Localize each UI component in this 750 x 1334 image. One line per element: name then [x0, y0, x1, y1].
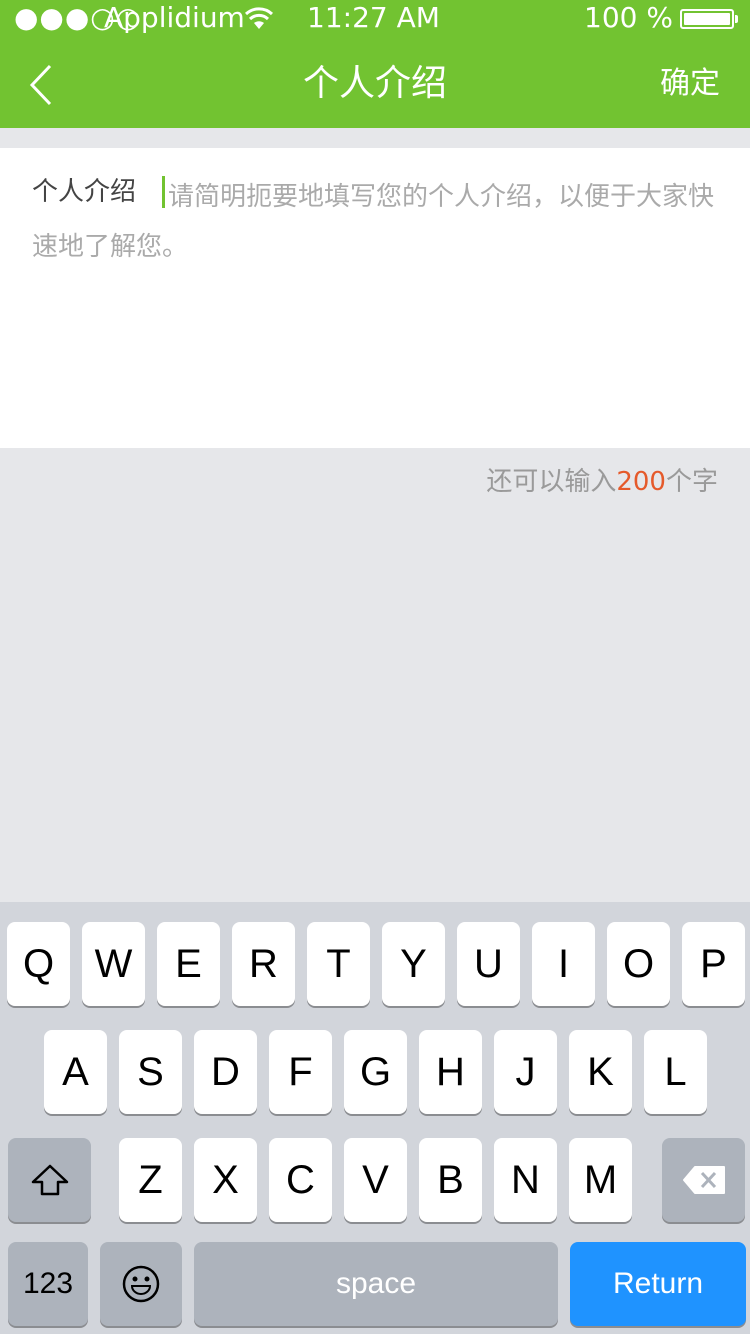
key-a[interactable]: A [44, 1030, 107, 1114]
key-v[interactable]: V [344, 1138, 407, 1222]
key-e[interactable]: E [157, 922, 220, 1006]
shift-key[interactable] [8, 1138, 91, 1222]
key-g[interactable]: G [344, 1030, 407, 1114]
key-d[interactable]: D [194, 1030, 257, 1114]
counter-count: 200 [616, 467, 666, 497]
key-m[interactable]: M [569, 1138, 632, 1222]
key-w[interactable]: W [82, 922, 145, 1006]
top-bar: ●●●○○ Applidium 11:27 AM 100 % 个人介绍 确定 [0, 0, 750, 128]
return-key[interactable]: Return [570, 1242, 746, 1326]
numbers-key[interactable]: 123 [8, 1242, 88, 1326]
text-cursor [162, 176, 165, 208]
counter-prefix: 还可以输入 [486, 467, 617, 497]
backspace-key[interactable] [662, 1138, 745, 1222]
key-b[interactable]: B [419, 1138, 482, 1222]
key-y[interactable]: Y [382, 922, 445, 1006]
key-j[interactable]: J [494, 1030, 557, 1114]
key-s[interactable]: S [119, 1030, 182, 1114]
intro-panel: 个人介绍 请简明扼要地填写您的个人介绍，以便于大家快速地了解您。 [0, 148, 750, 448]
keyboard: QWERTYUIOP ASDFGHJKL ZXCVBNM 123 space R… [0, 902, 750, 1334]
space-key[interactable]: space [194, 1242, 558, 1326]
intro-textarea[interactable]: 请简明扼要地填写您的个人介绍，以便于大家快速地了解您。 [32, 172, 732, 272]
key-k[interactable]: K [569, 1030, 632, 1114]
counter-suffix: 个字 [665, 467, 718, 497]
key-x[interactable]: X [194, 1138, 257, 1222]
carrier-name: Applidium [104, 1, 245, 34]
key-p[interactable]: P [682, 922, 745, 1006]
key-i[interactable]: I [532, 922, 595, 1006]
key-f[interactable]: F [269, 1030, 332, 1114]
key-u[interactable]: U [457, 922, 520, 1006]
key-t[interactable]: T [307, 922, 370, 1006]
shift-icon [31, 1164, 68, 1196]
battery-percent: 100 % [584, 1, 673, 34]
page-title: 个人介绍 [302, 63, 447, 104]
character-counter: 还可以输入200个字 [486, 462, 718, 502]
key-o[interactable]: O [607, 922, 670, 1006]
status-time: 11:27 AM [307, 1, 440, 34]
key-z[interactable]: Z [119, 1138, 182, 1222]
key-l[interactable]: L [644, 1030, 707, 1114]
key-q[interactable]: Q [7, 922, 70, 1006]
emoji-key[interactable] [100, 1242, 182, 1326]
navigation-bar: 个人介绍 确定 [0, 44, 750, 128]
status-bar: ●●●○○ Applidium 11:27 AM 100 % [0, 0, 750, 36]
battery-icon [680, 9, 738, 29]
confirm-button[interactable]: 确定 [660, 44, 720, 124]
key-n[interactable]: N [494, 1138, 557, 1222]
wifi-icon [244, 4, 274, 40]
key-h[interactable]: H [419, 1030, 482, 1114]
key-r[interactable]: R [232, 922, 295, 1006]
backspace-icon [682, 1166, 725, 1194]
emoji-icon [122, 1265, 160, 1303]
key-c[interactable]: C [269, 1138, 332, 1222]
